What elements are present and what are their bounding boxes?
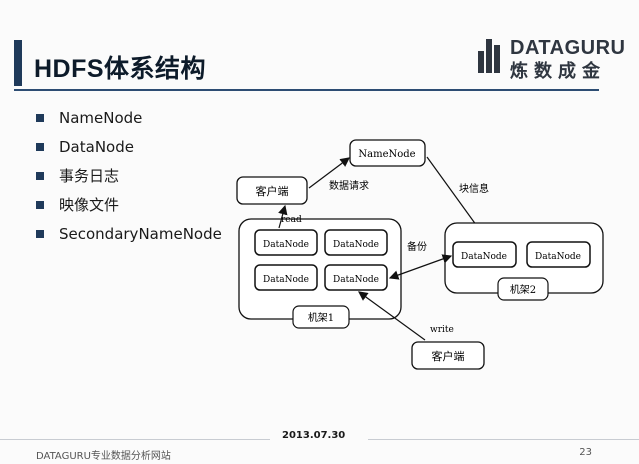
logo-cn-text: 炼数成金 [510,61,606,81]
datanode-label: DataNode [333,275,379,285]
bullet-item: DataNode [36,132,222,161]
dataguru-logo: DATAGURU 炼数成金 [478,37,625,81]
hdfs-architecture-diagram: NameNode 客户端 数据请求 块信息 DataNode DataNode … [236,139,604,370]
bullet-square-icon [36,229,44,238]
bullet-text: 事务日志 [59,167,120,185]
bullet-text: NameNode [59,108,143,127]
bullet-text: DataNode [59,137,134,156]
datanode-label: DataNode [263,275,309,285]
write-label: write [430,325,454,335]
bullet-text: 映像文件 [59,196,120,214]
namenode-label: NameNode [358,149,415,160]
logo-bars-icon [478,39,506,73]
title-divider [14,89,599,91]
footer-site-label: DATAGURU专业数据分析网站 [36,451,171,462]
rack1-label: 机架1 [308,311,334,324]
datanode-label: DataNode [263,240,309,250]
datanode-label: DataNode [535,252,581,262]
bullet-item: 映像文件 [36,190,222,219]
page-number: 23 [579,447,592,458]
bullet-square-icon [36,200,44,209]
read-label: read [281,215,302,225]
slide-title: HDFS体系结构 [34,55,207,83]
bullet-square-icon [36,171,44,180]
rack2-label: 机架2 [510,283,536,296]
bullet-text: SecondaryNameNode [59,224,222,243]
bullet-list: NameNode DataNode 事务日志 映像文件 SecondaryNam… [36,103,222,248]
title-accent-bar [14,40,22,86]
bullet-item: 事务日志 [36,161,222,190]
block-info-label: 块信息 [459,182,489,195]
client-top-label: 客户端 [256,184,289,198]
bullet-square-icon [36,142,44,151]
backup-label: 备份 [407,240,427,253]
client-bottom-label: 客户端 [432,349,465,363]
request-label: 数据请求 [329,179,369,192]
bullet-item: SecondaryNameNode [36,219,222,248]
bullet-item: NameNode [36,103,222,132]
bullet-square-icon [36,113,44,122]
datanode-label: DataNode [333,240,379,250]
datanode-label: DataNode [461,252,507,262]
slide: HDFS体系结构 DATAGURU 炼数成金 NameNode DataNode… [0,0,639,464]
footer-date: 2013.07.30 [282,430,346,441]
